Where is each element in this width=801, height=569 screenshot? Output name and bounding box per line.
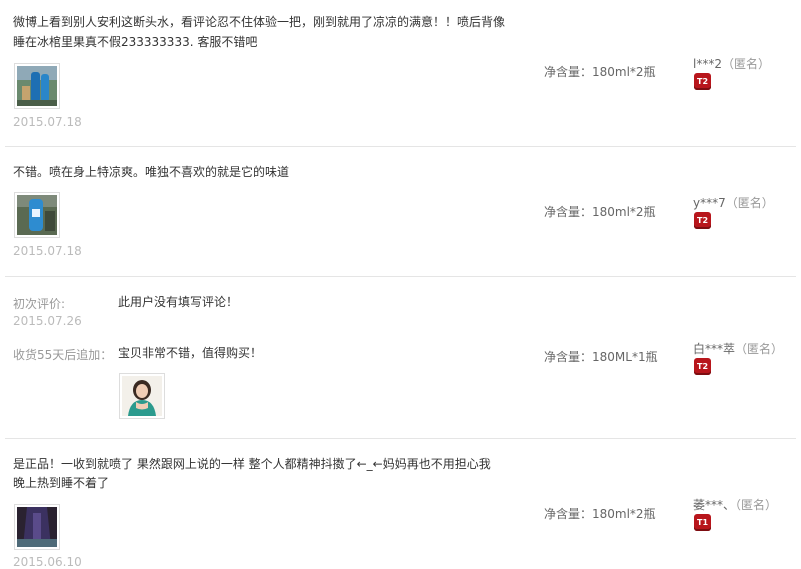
reviewer-nickname: l***2 [693,57,722,71]
product-photo-icon [17,195,57,235]
product-photo-icon [17,507,57,547]
reviewer-nickname: 萎***、 [693,498,736,512]
review-photo-thumbnail[interactable] [119,373,165,419]
initial-review-label: 初次评价: [13,297,66,311]
review-date: 2015.06.10 [13,555,82,569]
product-spec: 净含量：180ml*2瓶 [544,205,656,219]
reviewer-nickname: 白***萃 [693,342,736,356]
user-level-badge-icon: T2 [694,73,711,90]
reviewer-name: 萎***、（匿名） [693,496,777,513]
anonymous-tag: （匿名） [725,196,774,210]
product-spec: 净含量：180ml*2瓶 [544,65,656,79]
review-date: 2015.07.18 [13,115,82,129]
reviewer-nickname: y***7 [693,196,726,210]
review-content-line: 晚上热到睡不着了 [13,476,110,490]
review-content-line: 不错。喷在身上特凉爽。唯独不喜欢的就是它的味道 [13,165,290,179]
product-spec: 净含量：180ml*2瓶 [544,507,656,521]
review-content-line: 是正品！一收到就喷了 果然跟网上说的一样 整个人都精神抖擞了←_←妈妈再也不用担… [13,457,491,471]
review-item: 微博上看到别人安利这断头水，看评论忍不住体验一把，刚到就用了凉凉的满意！！喷后背… [0,0,801,147]
product-spec: 净含量：180ML*1瓶 [544,350,658,364]
review-date: 2015.07.18 [13,244,82,258]
product-photo-icon [17,66,57,106]
user-level-badge-icon: T2 [694,358,711,375]
portrait-photo-icon [122,376,162,416]
review-photo-thumbnail[interactable] [14,192,60,238]
reviewer-name: y***7（匿名） [693,194,774,211]
review-date: 2015.07.26 [13,314,82,328]
user-level-badge-icon: T2 [694,212,711,229]
review-content-line: 睡在冰棺里果真不假233333333. 客服不错吧 [13,35,258,49]
review-photo-thumbnail[interactable] [14,63,60,109]
user-level-badge-icon: T1 [694,514,711,531]
reviewer-name: 白***萃（匿名） [693,340,783,357]
anonymous-tag: （匿名） [735,498,778,512]
review-item: 不错。喷在身上特凉爽。唯独不喜欢的就是它的味道 2015.07.18 净含量：1… [0,147,801,277]
anonymous-tag: （匿名） [721,57,770,71]
append-review-label: 收货55天后追加： [13,348,113,362]
append-review-content: 宝贝非常不错，值得购买！ [118,346,263,360]
review-item: 初次评价: 此用户没有填写评论！ 2015.07.26 收货55天后追加： 宝贝… [0,277,801,439]
review-content-line: 此用户没有填写评论！ [118,295,239,309]
review-photo-thumbnail[interactable] [14,504,60,550]
review-content-line: 微博上看到别人安利这断头水，看评论忍不住体验一把，刚到就用了凉凉的满意！！喷后背… [13,15,506,29]
review-item: 是正品！一收到就喷了 果然跟网上说的一样 整个人都精神抖擞了←_←妈妈再也不用担… [0,439,801,569]
anonymous-tag: （匿名） [735,342,784,356]
reviewer-name: l***2（匿名） [693,55,770,72]
